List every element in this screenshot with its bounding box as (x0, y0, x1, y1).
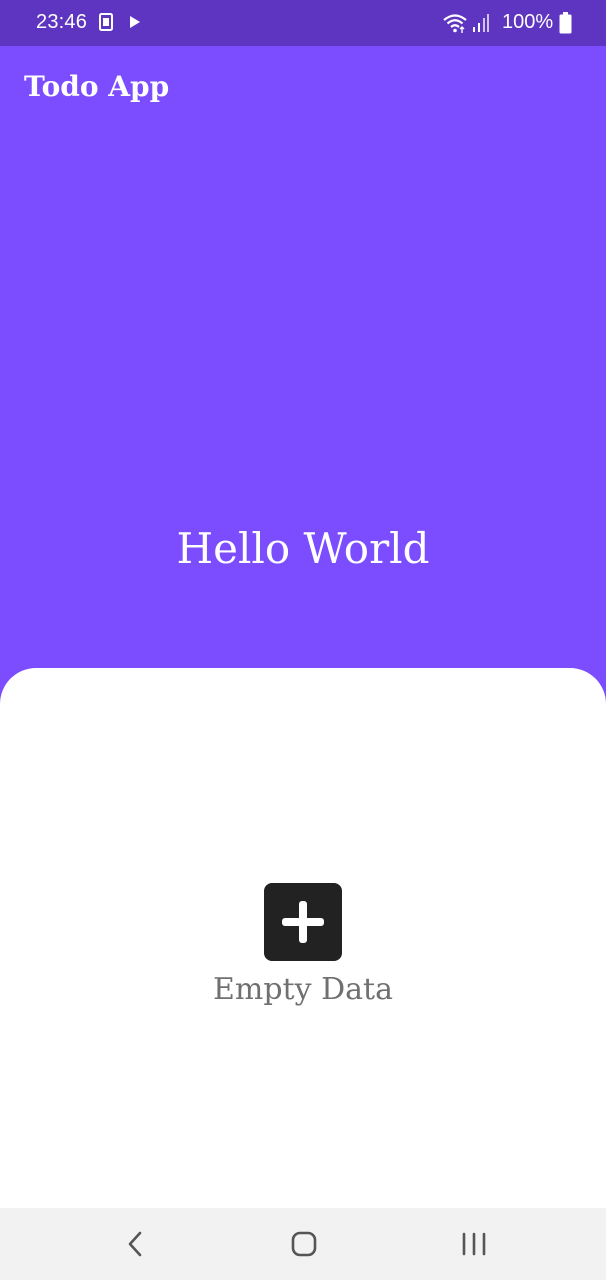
home-button[interactable] (284, 1226, 324, 1262)
empty-state-label: Empty Data (213, 972, 393, 1007)
back-button[interactable] (116, 1226, 156, 1262)
back-icon (128, 1231, 142, 1257)
battery-percent: 100% (502, 11, 554, 33)
signal-icon (472, 13, 490, 38)
screen: 23:46 100% Todo App Hello World Empty Da… (0, 0, 606, 1280)
hero-text: Hello World (176, 524, 430, 573)
add-todo-button[interactable] (264, 883, 342, 961)
plus-icon (282, 901, 324, 943)
play-icon (129, 15, 141, 34)
recent-apps-icon (462, 1232, 486, 1256)
status-bar: 23:46 100% (0, 0, 606, 46)
recent-apps-button[interactable] (454, 1226, 494, 1262)
navigation-bar (0, 1208, 606, 1280)
battery-icon (559, 12, 572, 39)
home-icon (291, 1231, 317, 1257)
wifi-icon (442, 12, 468, 39)
status-time: 23:46 (36, 11, 88, 33)
content-sheet: Empty Data (0, 668, 606, 1208)
app-title: Todo App (24, 70, 170, 103)
notification-icon (99, 13, 113, 36)
